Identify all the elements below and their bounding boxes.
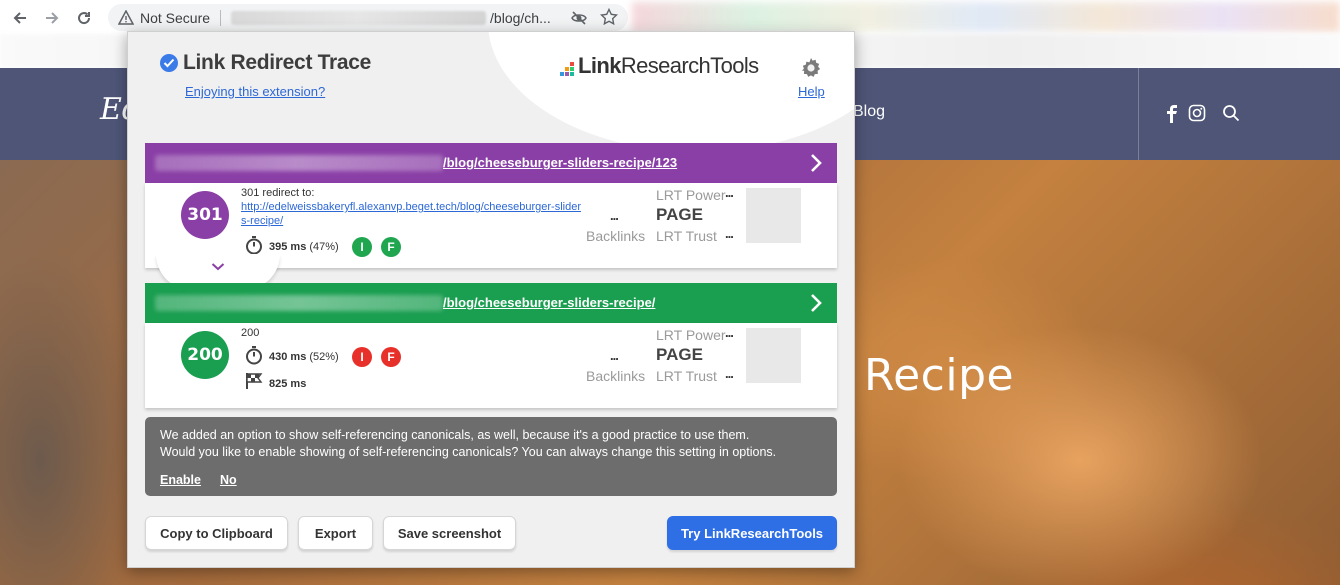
total-time-ms: 825 ms bbox=[269, 378, 307, 390]
url-path: /blog/ch... bbox=[490, 9, 551, 26]
stopwatch-icon bbox=[246, 236, 262, 255]
status-code-badge: 200 bbox=[181, 331, 229, 379]
blurred-domain bbox=[155, 155, 443, 171]
hop-url[interactable]: /blog/cheeseburger-sliders-recipe/123 bbox=[443, 155, 677, 170]
hop-card-200: /blog/cheeseburger-sliders-recipe/ 200 2… bbox=[145, 283, 837, 408]
canonical-notice: We added an option to show self-referenc… bbox=[145, 417, 837, 496]
lrt-brand-bold: Link bbox=[578, 53, 621, 78]
backlinks-label: Backlinks bbox=[586, 368, 646, 384]
enable-button[interactable]: Enable bbox=[160, 473, 201, 487]
page-label: PAGE bbox=[656, 345, 703, 364]
total-time: 825 ms bbox=[269, 378, 306, 390]
chevron-down-icon[interactable] bbox=[211, 262, 225, 272]
security-label: Not Secure bbox=[140, 9, 211, 26]
hop-card-301: /blog/cheeseburger-sliders-recipe/123 30… bbox=[145, 143, 837, 268]
linkresearchtools-logo[interactable]: LinkResearchTools bbox=[560, 53, 759, 79]
gear-icon[interactable] bbox=[799, 56, 823, 80]
response-time: 430 ms (52%) bbox=[269, 351, 339, 363]
response-time-pct: (52%) bbox=[309, 351, 339, 363]
back-arrow-icon[interactable] bbox=[8, 6, 32, 30]
extensions-strip bbox=[632, 2, 1340, 32]
response-time-ms: 430 ms bbox=[269, 351, 307, 363]
hop-url[interactable]: /blog/cheeseburger-sliders-recipe/ bbox=[443, 295, 655, 310]
export-button[interactable]: Export bbox=[298, 516, 373, 550]
hop-url-bar[interactable]: /blog/cheeseburger-sliders-recipe/ bbox=[145, 283, 837, 323]
try-linkresearchtools-button[interactable]: Try LinkResearchTools bbox=[667, 516, 837, 550]
forward-arrow-icon[interactable] bbox=[40, 6, 64, 30]
instagram-icon[interactable] bbox=[1188, 104, 1206, 122]
lrt-trust-label: LRT Trust bbox=[656, 368, 717, 384]
address-bar[interactable]: Not Secure /blog/ch... bbox=[108, 4, 628, 31]
lrt-trust-value: ... bbox=[725, 366, 734, 381]
warning-icon bbox=[118, 9, 134, 25]
lrt-trust-value: ... bbox=[725, 226, 734, 241]
response-time-pct: (47%) bbox=[309, 241, 339, 253]
copy-to-clipboard-button[interactable]: Copy to Clipboard bbox=[145, 516, 288, 550]
page-label: PAGE bbox=[656, 205, 703, 224]
site-header-divider bbox=[1138, 68, 1139, 160]
lrt-power-value: ... bbox=[725, 325, 734, 340]
backlinks-count: ... bbox=[610, 208, 619, 223]
backlinks-label: Backlinks bbox=[586, 228, 646, 244]
chevron-right-icon[interactable] bbox=[809, 152, 823, 174]
notice-text-line-1: We added an option to show self-referenc… bbox=[160, 428, 750, 442]
facebook-icon[interactable] bbox=[1166, 105, 1178, 123]
no-button[interactable]: No bbox=[220, 473, 237, 487]
lrt-brand-rest: ResearchTools bbox=[620, 53, 759, 78]
search-icon[interactable] bbox=[1222, 104, 1240, 122]
popup-header: Link Redirect Trace Enjoying this extens… bbox=[128, 32, 854, 152]
lrt-trust-label: LRT Trust bbox=[656, 228, 717, 244]
save-screenshot-button[interactable]: Save screenshot bbox=[383, 516, 516, 550]
lrt-power-label: LRT Power bbox=[656, 187, 726, 203]
follow-badge: F bbox=[381, 237, 401, 257]
notice-text-line-2: Would you like to enable showing of self… bbox=[160, 445, 777, 459]
backlinks-count: ... bbox=[610, 348, 619, 363]
redirect-target-link[interactable]: http://edelweissbakeryfl.alexanvp.beget.… bbox=[241, 200, 581, 228]
hero-title: Recipe bbox=[864, 350, 1015, 401]
lrt-power-label: LRT Power bbox=[656, 327, 726, 343]
status-code-badge: 301 bbox=[181, 191, 229, 239]
blurred-domain bbox=[231, 10, 487, 25]
link-redirect-trace-popup: Link Redirect Trace Enjoying this extens… bbox=[127, 31, 855, 568]
check-circle-icon bbox=[160, 54, 178, 72]
omnibox-separator bbox=[220, 9, 222, 26]
blurred-domain bbox=[155, 295, 443, 311]
help-link[interactable]: Help bbox=[798, 84, 825, 99]
eye-off-icon[interactable] bbox=[570, 9, 588, 27]
response-time: 395 ms (47%) bbox=[269, 241, 339, 253]
star-icon[interactable] bbox=[600, 8, 618, 26]
index-badge: I bbox=[352, 237, 372, 257]
status-label: 200 bbox=[241, 327, 260, 339]
nofollow-badge: F bbox=[381, 347, 401, 367]
lrt-power-value: ... bbox=[725, 185, 734, 200]
page-thumbnail bbox=[746, 328, 801, 383]
response-time-ms: 395 ms bbox=[269, 241, 307, 253]
reload-icon[interactable] bbox=[72, 6, 96, 30]
checkered-flag-icon bbox=[246, 373, 263, 389]
site-nav-blog[interactable]: Blog bbox=[853, 103, 885, 121]
popup-title: Link Redirect Trace bbox=[183, 51, 372, 74]
hop-url-bar[interactable]: /blog/cheeseburger-sliders-recipe/123 bbox=[145, 143, 837, 183]
hop-details: 200 200 430 ms (52%) I F 825 ms ... Back… bbox=[145, 323, 837, 408]
stopwatch-icon bbox=[246, 346, 262, 365]
redirect-label: 301 redirect to: bbox=[241, 187, 315, 199]
page-thumbnail bbox=[746, 188, 801, 243]
noindex-badge: I bbox=[352, 347, 372, 367]
lrt-logo-mark-icon bbox=[560, 61, 574, 76]
chevron-right-icon[interactable] bbox=[809, 292, 823, 314]
enjoy-extension-link[interactable]: Enjoying this extension? bbox=[185, 84, 325, 99]
